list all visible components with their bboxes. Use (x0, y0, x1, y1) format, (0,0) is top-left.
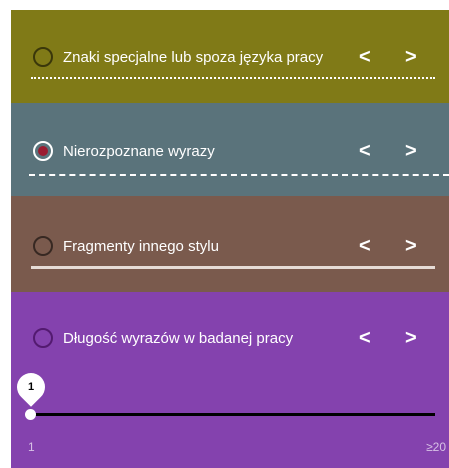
radio-unrecognized-words[interactable] (33, 141, 53, 161)
radio-other-style-fragments[interactable] (33, 236, 53, 256)
word-length-slider-track[interactable] (31, 413, 435, 416)
chevron-left-icon[interactable]: < (359, 47, 371, 67)
chevron-left-icon[interactable]: < (359, 141, 371, 161)
chevron-left-icon[interactable]: < (359, 328, 371, 348)
panel-word-length: Długość wyrazów w badanej pracy < > 1 1 … (11, 292, 449, 468)
panel-label: Znaki specjalne lub spoza języka pracy (63, 48, 324, 66)
panel-other-style-fragments: Fragmenty innego stylu < > (11, 196, 449, 292)
chevron-right-icon[interactable]: > (405, 141, 417, 161)
chevron-right-icon[interactable]: > (405, 236, 417, 256)
panel-header: Nierozpoznane wyrazy < > (11, 131, 449, 171)
solid-underline (31, 266, 435, 269)
panel-header: Fragmenty innego stylu < > (11, 226, 449, 266)
slider-max-label: ≥20 (426, 440, 446, 454)
panel-header: Znaki specjalne lub spoza języka pracy <… (11, 37, 449, 77)
slider-min-label: 1 (28, 440, 35, 454)
radio-word-length[interactable] (33, 328, 53, 348)
panel-label: Fragmenty innego stylu (63, 237, 219, 255)
dotted-underline (31, 77, 435, 79)
radio-special-characters[interactable] (33, 47, 53, 67)
word-length-slider-thumb[interactable] (25, 409, 36, 420)
chevron-right-icon[interactable]: > (405, 47, 417, 67)
panel-label: Długość wyrazów w badanej pracy (63, 329, 294, 347)
panel-special-characters: Znaki specjalne lub spoza języka pracy <… (11, 10, 449, 103)
dashed-underline (29, 174, 449, 176)
panel-header: Długość wyrazów w badanej pracy < > (11, 318, 449, 358)
slider-value: 1 (27, 381, 35, 393)
chevron-left-icon[interactable]: < (359, 236, 371, 256)
panel-label: Nierozpoznane wyrazy (63, 142, 215, 160)
chevron-right-icon[interactable]: > (405, 328, 417, 348)
panel-unrecognized-words: Nierozpoznane wyrazy < > (11, 103, 449, 196)
